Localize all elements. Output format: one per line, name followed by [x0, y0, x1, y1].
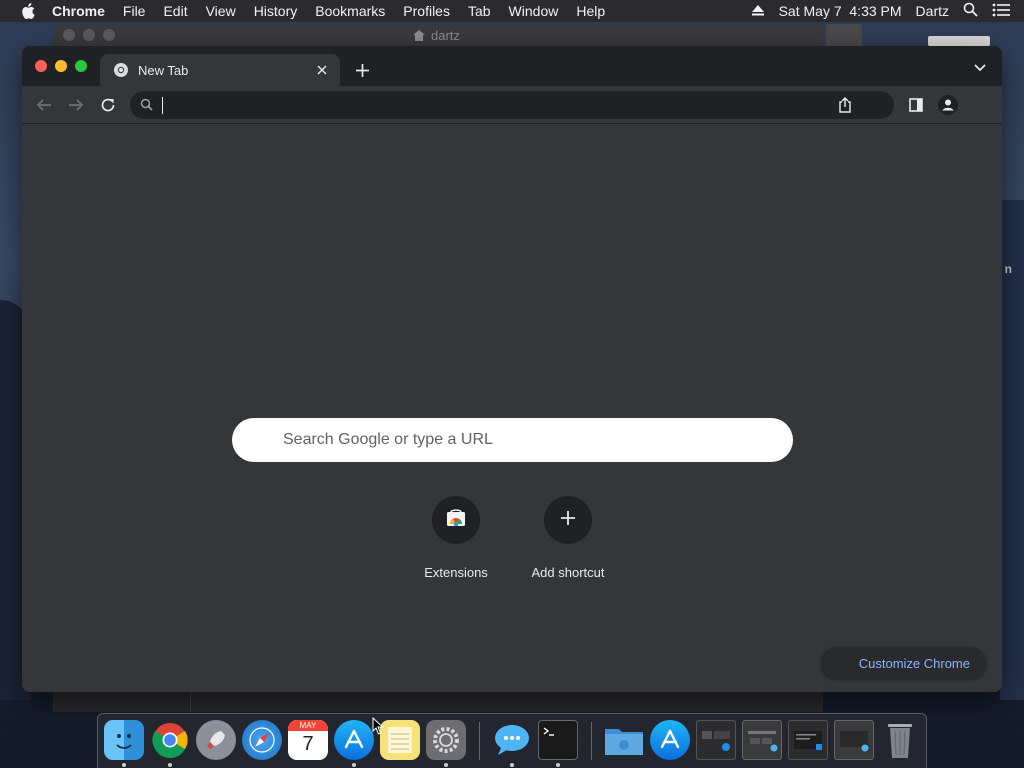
running-indicator — [352, 763, 356, 767]
desktop-edge-text: n — [1004, 262, 1012, 276]
menu-file[interactable]: File — [123, 3, 146, 19]
mouse-pointer-icon — [372, 716, 384, 740]
menu-profiles[interactable]: Profiles — [403, 3, 450, 19]
background-window-controls — [63, 29, 123, 41]
menu-bookmarks[interactable]: Bookmarks — [315, 3, 385, 19]
background-window-titlebar[interactable]: dartz — [53, 24, 823, 46]
calendar-day: 7 — [302, 733, 314, 755]
spotlight-search-icon[interactable] — [963, 2, 978, 20]
window-thumbnail-icon[interactable] — [834, 720, 874, 760]
background-window-bottom — [53, 692, 823, 712]
eject-icon[interactable] — [751, 3, 765, 19]
menu-window[interactable]: Window — [509, 3, 559, 19]
safari-icon[interactable] — [242, 720, 282, 760]
window-thumbnail-icon[interactable] — [742, 720, 782, 760]
tab-search-chevron-down-icon[interactable] — [972, 60, 988, 76]
address-bar-input[interactable] — [163, 91, 838, 119]
chrome-window: New Tab Search Google or type a URL Exte… — [22, 46, 1002, 692]
search-icon — [140, 98, 154, 112]
menu-app-name[interactable]: Chrome — [52, 3, 105, 19]
toolbar — [22, 86, 1002, 124]
finder-icon[interactable] — [104, 720, 144, 760]
dock-separator — [479, 722, 480, 760]
window-controls — [35, 60, 95, 72]
menu-history[interactable]: History — [254, 3, 298, 19]
chrome-favicon-icon — [113, 62, 129, 78]
menu-edit[interactable]: Edit — [163, 3, 187, 19]
running-indicator — [444, 763, 448, 767]
search-box-placeholder: Search Google or type a URL — [283, 431, 493, 448]
chrome-icon[interactable] — [150, 720, 190, 760]
running-indicator — [168, 763, 172, 767]
tab-title: New Tab — [138, 62, 189, 78]
chrome-web-store-icon — [446, 508, 466, 532]
desktop-icon[interactable] — [928, 36, 990, 46]
tab-new-tab[interactable]: New Tab — [100, 54, 340, 86]
launchpad-icon[interactable] — [196, 720, 236, 760]
background-window-thumbnail — [826, 24, 862, 46]
dock: MAY 7 — [97, 713, 927, 768]
menu-view[interactable]: View — [206, 3, 236, 19]
share-icon[interactable] — [838, 97, 854, 113]
notes-icon[interactable] — [380, 720, 420, 760]
menu-extras: Sat May 7 4:33 PM Dartz — [737, 2, 1024, 20]
apple-menu-icon[interactable] — [20, 3, 36, 19]
close-window-button[interactable] — [35, 60, 47, 72]
new-tab-button[interactable] — [352, 60, 372, 80]
notification-center-icon[interactable] — [992, 3, 1010, 20]
menu-bar: Chrome File Edit View History Bookmarks … — [0, 0, 1024, 22]
tab-strip: New Tab — [22, 46, 1002, 86]
running-indicator — [510, 763, 514, 767]
downloads-folder-icon[interactable] — [604, 720, 644, 760]
calendar-icon[interactable]: MAY 7 — [288, 720, 328, 760]
trash-icon[interactable] — [880, 720, 920, 760]
user-name[interactable]: Dartz — [916, 3, 949, 19]
menu-tab[interactable]: Tab — [468, 3, 491, 19]
reload-button[interactable] — [98, 95, 118, 115]
customize-chrome-button[interactable]: Customize Chrome — [821, 647, 986, 679]
running-indicator — [122, 763, 126, 767]
shortcut-icon-circle — [432, 496, 480, 544]
clock[interactable]: Sat May 7 4:33 PM — [779, 3, 902, 19]
side-panel-button[interactable] — [906, 95, 926, 115]
messages-icon[interactable] — [492, 720, 532, 760]
close-tab-icon[interactable] — [314, 62, 330, 78]
window-thumbnail-icon[interactable] — [696, 720, 736, 760]
shortcut-label: Add shortcut — [531, 565, 605, 580]
forward-button[interactable] — [66, 95, 86, 115]
window-thumbnail-icon[interactable] — [788, 720, 828, 760]
back-button[interactable] — [34, 95, 54, 115]
background-window-title: dartz — [413, 28, 460, 43]
menu-help[interactable]: Help — [576, 3, 605, 19]
shortcut-add[interactable]: Add shortcut — [512, 496, 624, 586]
app-store-icon[interactable] — [334, 720, 374, 760]
google-search-box[interactable]: Search Google or type a URL — [232, 418, 793, 462]
minimize-window-button[interactable] — [55, 60, 67, 72]
dock-separator — [591, 722, 592, 760]
terminal-icon[interactable] — [538, 720, 578, 760]
desktop-background-right — [1000, 200, 1024, 700]
omnibox[interactable] — [130, 91, 894, 119]
profile-avatar[interactable] — [938, 95, 958, 115]
calendar-month: MAY — [288, 720, 328, 731]
shortcut-extensions[interactable]: Extensions — [400, 496, 512, 586]
running-indicator — [556, 763, 560, 767]
system-preferences-icon[interactable] — [426, 720, 466, 760]
shortcut-icon-circle — [544, 496, 592, 544]
app-store-window-icon[interactable] — [650, 720, 690, 760]
zoom-window-button[interactable] — [75, 60, 87, 72]
plus-icon — [561, 510, 575, 530]
shortcut-label: Extensions — [424, 565, 488, 580]
new-tab-page: Search Google or type a URL Extensions A… — [22, 124, 1002, 692]
